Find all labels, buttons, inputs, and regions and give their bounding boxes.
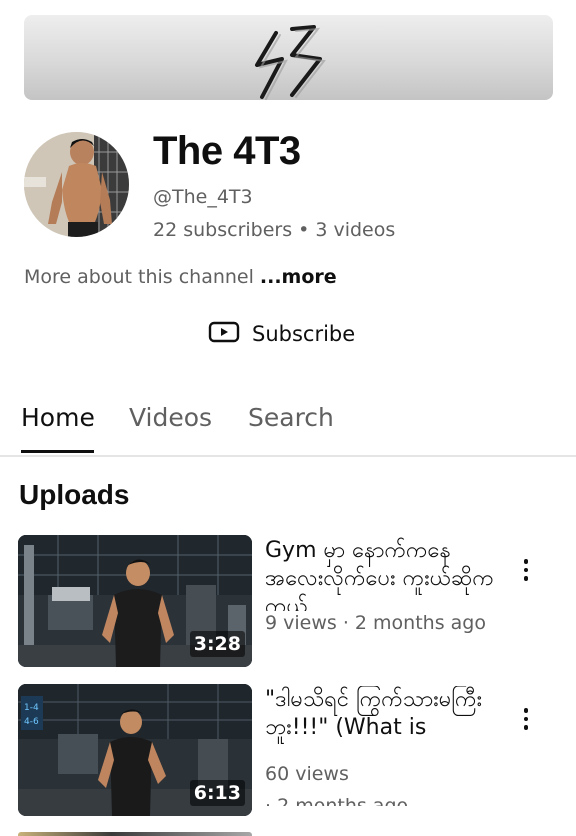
channel-avatar[interactable] bbox=[24, 132, 129, 237]
subscriber-count: 22 subscribers bbox=[153, 219, 293, 241]
channel-tabs: Home Videos Search bbox=[0, 400, 576, 457]
video-views: 60 views bbox=[265, 763, 349, 785]
channel-logo bbox=[255, 25, 326, 100]
youtube-play-icon bbox=[208, 320, 240, 348]
video-count: 3 videos bbox=[315, 219, 396, 241]
uploads-heading: Uploads bbox=[19, 479, 130, 510]
video-meta: 9 views · 2 months ago bbox=[265, 612, 486, 634]
active-tab-indicator bbox=[21, 450, 94, 453]
tab-home[interactable]: Home bbox=[21, 400, 95, 436]
video-thumbnail-partial[interactable] bbox=[18, 832, 252, 836]
video-age: · 2 months ago bbox=[265, 795, 409, 806]
channel-banner bbox=[24, 15, 553, 100]
tab-videos[interactable]: Videos bbox=[129, 400, 212, 436]
subscribe-button[interactable]: Subscribe bbox=[208, 316, 355, 352]
svg-text:1-4: 1-4 bbox=[24, 703, 39, 713]
channel-name: The 4T3 bbox=[153, 129, 301, 173]
channel-handle: @The_4T3 bbox=[153, 186, 253, 208]
more-options-icon[interactable] bbox=[514, 555, 538, 585]
channel-stats: 22 subscribers • 3 videos bbox=[153, 218, 395, 242]
more-options-icon[interactable] bbox=[514, 704, 538, 734]
video-item[interactable]: 3:28 Gym မှာ နောက်ကနေ အလေးလိုက်ပေး ကူးယ်… bbox=[18, 535, 558, 667]
svg-text:4-6: 4-6 bbox=[24, 717, 39, 727]
video-thumbnail[interactable]: 3:28 bbox=[18, 535, 252, 667]
subscribe-label: Subscribe bbox=[252, 322, 356, 346]
tab-search[interactable]: Search bbox=[248, 400, 334, 436]
video-duration: 3:28 bbox=[189, 631, 245, 657]
video-duration: 6:13 bbox=[189, 780, 245, 806]
about-text: More about this channel bbox=[24, 266, 254, 288]
video-title[interactable]: "ဒါမသိရင် ကြွက်သားမကြီး ဘူး!!!" (What is bbox=[265, 686, 495, 762]
video-title[interactable]: Gym မှာ နောက်ကနေ အလေးလိုက်ပေး ကူးယ်ဆိုကက… bbox=[265, 537, 495, 611]
video-thumbnail[interactable]: 1-4 4-6 6:13 bbox=[18, 684, 252, 816]
more-link[interactable]: ...more bbox=[260, 266, 337, 288]
video-item[interactable]: 1-4 4-6 6:13 "ဒါမသိရင် ကြွက်သားမကြီး ဘူး… bbox=[18, 684, 558, 816]
stats-separator: • bbox=[298, 219, 310, 241]
channel-description[interactable]: More about this channel ...more bbox=[24, 265, 337, 289]
